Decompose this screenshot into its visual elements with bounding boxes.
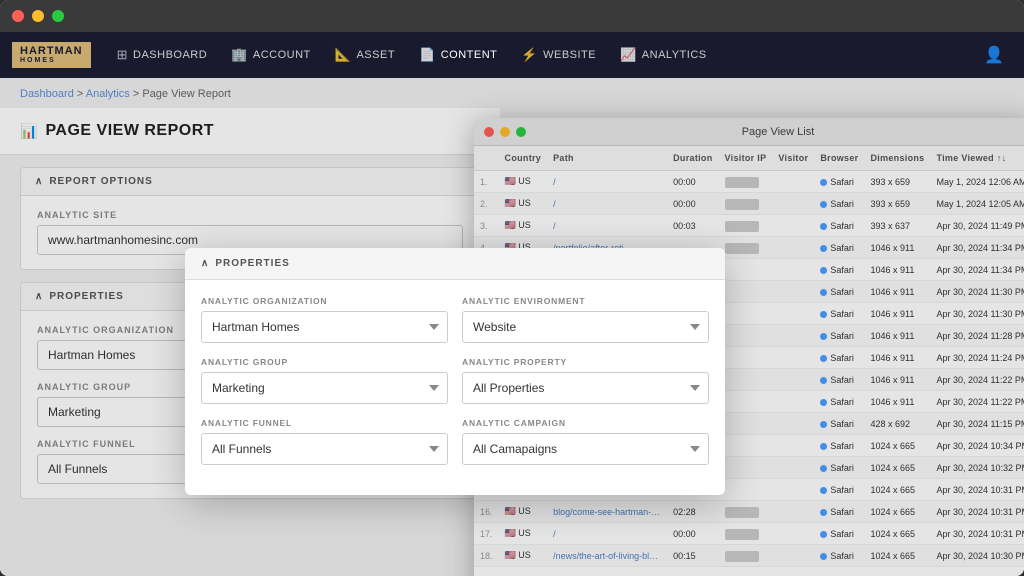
modal-env-label: ANALYTIC ENVIRONMENT bbox=[462, 296, 709, 306]
nav-dashboard[interactable]: ⊞ DASHBOARD bbox=[107, 39, 218, 71]
modal-row-2: ANALYTIC GROUP Marketing ANALYTIC PROPER… bbox=[201, 357, 709, 404]
nav-account-label: ACCOUNT bbox=[253, 49, 311, 61]
nav-items: ⊞ DASHBOARD 🏢 ACCOUNT 📐 ASSET 📄 CONTENT … bbox=[107, 39, 976, 71]
modal-group-select[interactable]: Marketing bbox=[201, 372, 448, 404]
minimize-button[interactable] bbox=[32, 10, 44, 22]
modal-group-label: ANALYTIC GROUP bbox=[201, 357, 448, 367]
mac-window: HARTMAN HOMES ⊞ DASHBOARD 🏢 ACCOUNT 📐 AS… bbox=[0, 0, 1024, 576]
modal-org-select[interactable]: Hartman Homes bbox=[201, 311, 448, 343]
asset-icon: 📐 bbox=[335, 47, 352, 63]
maximize-button[interactable] bbox=[52, 10, 64, 22]
nav-analytics[interactable]: 📈 ANALYTICS bbox=[610, 39, 717, 71]
modal-header: ∧ PROPERTIES bbox=[185, 248, 725, 280]
modal-env-select[interactable]: Website bbox=[462, 311, 709, 343]
modal-property-label: ANALYTIC PROPERTY bbox=[462, 357, 709, 367]
content-icon: 📄 bbox=[419, 47, 436, 63]
modal-org-label: ANALYTIC ORGANIZATION bbox=[201, 296, 448, 306]
logo[interactable]: HARTMAN HOMES bbox=[12, 42, 91, 68]
website-icon: ⚡ bbox=[521, 47, 538, 63]
nav-account[interactable]: 🏢 ACCOUNT bbox=[221, 39, 321, 71]
nav-dashboard-label: DASHBOARD bbox=[133, 49, 207, 61]
modal-row-1: ANALYTIC ORGANIZATION Hartman Homes ANAL… bbox=[201, 296, 709, 343]
modal-chevron-icon: ∧ bbox=[201, 258, 209, 269]
nav-content[interactable]: 📄 CONTENT bbox=[409, 39, 507, 71]
modal-header-label: PROPERTIES bbox=[215, 258, 289, 269]
account-icon: 🏢 bbox=[231, 47, 248, 63]
modal-campaign-label: ANALYTIC CAMPAIGN bbox=[462, 418, 709, 428]
top-nav: HARTMAN HOMES ⊞ DASHBOARD 🏢 ACCOUNT 📐 AS… bbox=[0, 32, 1024, 78]
main-content: Dashboard > Analytics > Page View Report… bbox=[0, 78, 1024, 576]
modal-env-group: ANALYTIC ENVIRONMENT Website bbox=[462, 296, 709, 343]
modal-body: ANALYTIC ORGANIZATION Hartman Homes ANAL… bbox=[185, 280, 725, 495]
logo-top: HARTMAN bbox=[20, 46, 83, 57]
modal-property-select[interactable]: All Properties bbox=[462, 372, 709, 404]
nav-asset[interactable]: 📐 ASSET bbox=[325, 39, 405, 71]
nav-asset-label: ASSET bbox=[356, 49, 395, 61]
close-button[interactable] bbox=[12, 10, 24, 22]
title-bar bbox=[0, 0, 1024, 32]
modal-campaign-select[interactable]: All Camapaigns bbox=[462, 433, 709, 465]
modal-funnel-label: ANALYTIC FUNNEL bbox=[201, 418, 448, 428]
modal-funnel-group: ANALYTIC FUNNEL All Funnels bbox=[201, 418, 448, 465]
modal-org-group: ANALYTIC ORGANIZATION Hartman Homes bbox=[201, 296, 448, 343]
logo-bottom: HOMES bbox=[20, 57, 83, 64]
dashboard-icon: ⊞ bbox=[117, 47, 128, 63]
nav-website[interactable]: ⚡ WEBSITE bbox=[511, 39, 606, 71]
user-icon[interactable]: 👤 bbox=[976, 37, 1012, 73]
analytics-icon: 📈 bbox=[620, 47, 637, 63]
properties-modal: ∧ PROPERTIES ANALYTIC ORGANIZATION Hartm… bbox=[185, 248, 725, 495]
nav-website-label: WEBSITE bbox=[543, 49, 596, 61]
nav-analytics-label: ANALYTICS bbox=[642, 49, 707, 61]
nav-content-label: CONTENT bbox=[441, 49, 498, 61]
modal-property-group: ANALYTIC PROPERTY All Properties bbox=[462, 357, 709, 404]
modal-row-3: ANALYTIC FUNNEL All Funnels ANALYTIC CAM… bbox=[201, 418, 709, 465]
modal-campaign-group: ANALYTIC CAMPAIGN All Camapaigns bbox=[462, 418, 709, 465]
modal-funnel-select[interactable]: All Funnels bbox=[201, 433, 448, 465]
modal-group-group: ANALYTIC GROUP Marketing bbox=[201, 357, 448, 404]
